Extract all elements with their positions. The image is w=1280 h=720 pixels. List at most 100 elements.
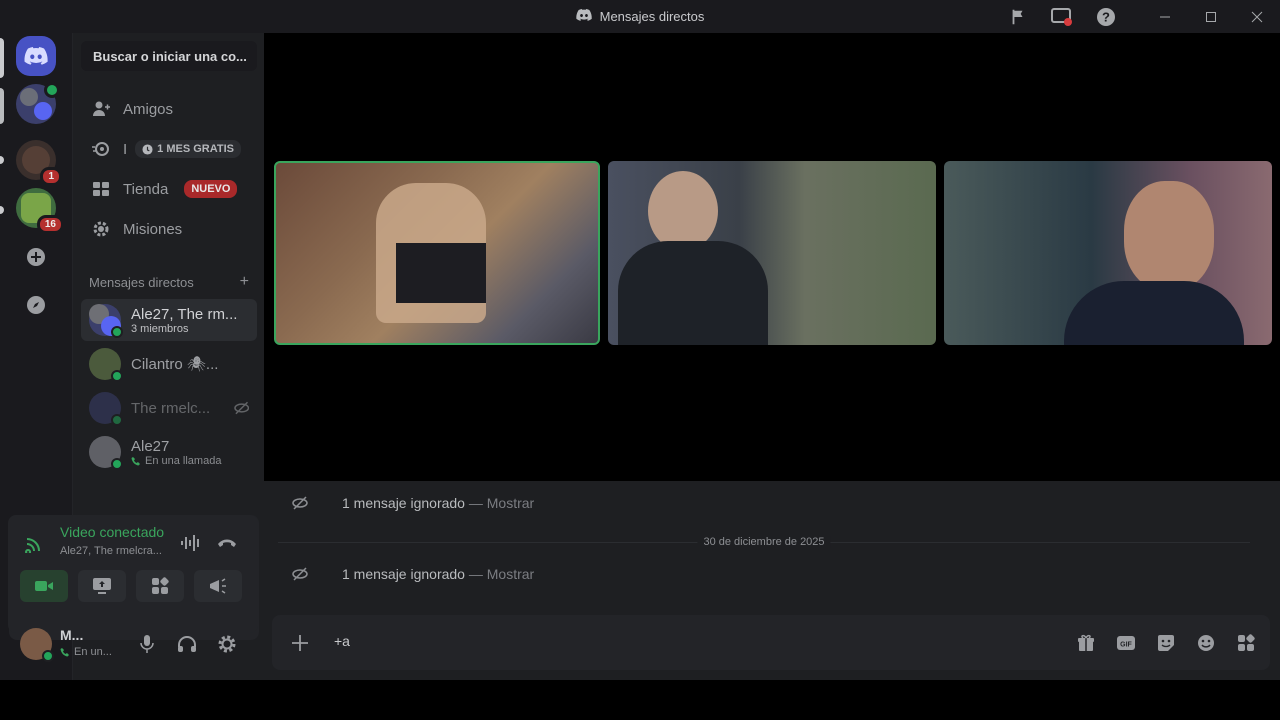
avatar xyxy=(89,348,123,382)
online-status xyxy=(111,458,123,470)
video-tile-2[interactable] xyxy=(608,161,936,345)
user-avatar[interactable] xyxy=(20,628,54,662)
gift-icon[interactable] xyxy=(1066,623,1106,663)
video-tile-3[interactable] xyxy=(944,161,1272,345)
nitro-icon xyxy=(92,142,109,156)
discover-button[interactable] xyxy=(16,293,56,317)
sticker-icon[interactable] xyxy=(1146,623,1186,663)
settings-gear-icon[interactable] xyxy=(217,634,237,654)
disconnect-icon[interactable] xyxy=(217,536,237,550)
inbox-flag-icon[interactable] xyxy=(996,0,1040,33)
video-indicator-icon xyxy=(44,82,60,98)
date-divider: 30 de diciembre de 2025 xyxy=(278,536,1250,548)
dm-item-ignored[interactable]: The rmelc... xyxy=(81,387,257,429)
soundboard-button[interactable] xyxy=(194,570,242,602)
chat-area: 1 mensaje ignorado — Mostrar 30 de dicie… xyxy=(264,481,1280,680)
nav-friends[interactable]: Amigos xyxy=(81,89,257,129)
ignored-message: 1 mensaje ignorado — Mostrar xyxy=(286,566,534,582)
attach-plus-icon[interactable] xyxy=(291,634,309,652)
group-dm-avatar[interactable] xyxy=(16,82,60,124)
mention-badge: 16 xyxy=(36,215,64,234)
user-status: En un... xyxy=(74,646,112,658)
show-link[interactable]: Mostrar xyxy=(487,495,534,511)
dm-name: Ale27 xyxy=(131,437,170,455)
headphones-icon[interactable] xyxy=(177,635,197,653)
separator: — xyxy=(464,566,487,582)
clock-icon xyxy=(142,143,153,155)
home-button[interactable] xyxy=(16,36,56,76)
date-divider-text: 30 de diciembre de 2025 xyxy=(697,536,831,548)
dm-item-group[interactable]: Ale27, The rm... 3 miembros xyxy=(81,299,257,341)
eye-slash-icon xyxy=(292,567,308,581)
voice-channel[interactable]: Ale27, The rmelcra... xyxy=(60,545,170,557)
nav-nitro[interactable]: I 1 MES GRATIS xyxy=(81,129,257,169)
apps-icon[interactable] xyxy=(1226,623,1266,663)
ignored-text: 1 mensaje ignorado xyxy=(342,495,465,511)
nav-label: Amigos xyxy=(123,100,174,118)
close-icon[interactable] xyxy=(1234,0,1280,33)
nav-label: Tienda xyxy=(123,180,169,198)
dm-header-label: Mensajes directos xyxy=(89,275,194,290)
screen-share-button[interactable] xyxy=(78,570,126,602)
online-status xyxy=(111,414,123,426)
friends-icon xyxy=(93,101,110,116)
username[interactable]: M... xyxy=(60,627,83,643)
minimize-icon[interactable] xyxy=(1142,0,1188,33)
window-title-text: Mensajes directos xyxy=(599,9,705,24)
phone-icon xyxy=(131,456,140,465)
emoji-icon[interactable] xyxy=(1186,623,1226,663)
promo-tag-text: 1 MES GRATIS xyxy=(157,143,234,155)
create-dm-plus-icon[interactable]: + xyxy=(240,274,249,290)
eye-slash-icon xyxy=(292,496,308,510)
video-tile-1[interactable] xyxy=(274,161,600,345)
screen-share-icon xyxy=(93,578,111,594)
dm-name: Cilantro 🕷... xyxy=(131,356,219,373)
activities-icon xyxy=(152,577,169,594)
activities-button[interactable] xyxy=(136,570,184,602)
help-icon[interactable]: ? xyxy=(1084,0,1128,33)
ignored-text: 1 mensaje ignorado xyxy=(342,566,465,582)
nav-quests[interactable]: Misiones xyxy=(81,209,257,249)
add-server-button[interactable] xyxy=(16,245,56,269)
unread-pill xyxy=(0,206,4,214)
compass-icon xyxy=(27,296,45,314)
mention-badge: 1 xyxy=(40,167,62,186)
dm-name: The rmelc... xyxy=(131,399,211,417)
message-input[interactable]: +a xyxy=(334,633,350,649)
voice-connection-panel: Video conectado Ale27, The rmelcra... xyxy=(8,515,258,633)
camera-icon xyxy=(35,581,53,591)
online-status xyxy=(42,650,54,662)
nav-label: I xyxy=(123,140,128,158)
dm-item-cilantro[interactable]: Cilantro 🕷... xyxy=(81,343,257,385)
voice-status: Video conectado xyxy=(60,524,165,540)
ignored-message: 1 mensaje ignorado — Mostrar xyxy=(286,495,534,511)
gif-icon[interactable]: GIF xyxy=(1106,623,1146,663)
call-stage xyxy=(264,33,1280,481)
message-composer[interactable]: +a GIF xyxy=(272,615,1270,670)
ignored-eye-slash-icon xyxy=(233,401,249,415)
group-pill xyxy=(0,88,4,124)
noise-suppression-icon[interactable] xyxy=(180,534,202,552)
member-avatar-2 xyxy=(34,102,52,120)
avatar xyxy=(89,392,123,426)
video-button[interactable] xyxy=(20,570,68,602)
window-title: Mensajes directos xyxy=(575,9,705,24)
server-avatar-1[interactable]: 1 xyxy=(16,140,62,186)
nav-shop[interactable]: Tienda NUEVO xyxy=(81,169,257,209)
quests-icon xyxy=(93,221,109,237)
search-input[interactable]: Buscar o iniciar una co... xyxy=(81,41,257,71)
dm-subtext: 3 miembros xyxy=(131,322,189,335)
screen-share-status-icon[interactable] xyxy=(1040,0,1084,33)
signal-icon[interactable] xyxy=(25,533,47,553)
dm-name: Ale27, The rm... xyxy=(131,305,238,323)
online-status xyxy=(111,370,123,382)
microphone-icon[interactable] xyxy=(139,634,155,654)
server-avatar-2[interactable]: 16 xyxy=(16,188,64,234)
dm-item-ale27[interactable]: Ale27 En una llamada xyxy=(81,431,257,473)
discord-logo-icon xyxy=(575,9,592,24)
maximize-icon[interactable] xyxy=(1188,0,1234,33)
avatar xyxy=(89,436,123,470)
svg-text:GIF: GIF xyxy=(1120,641,1132,648)
title-bar: Mensajes directos ? xyxy=(0,0,1280,33)
show-link[interactable]: Mostrar xyxy=(487,566,534,582)
